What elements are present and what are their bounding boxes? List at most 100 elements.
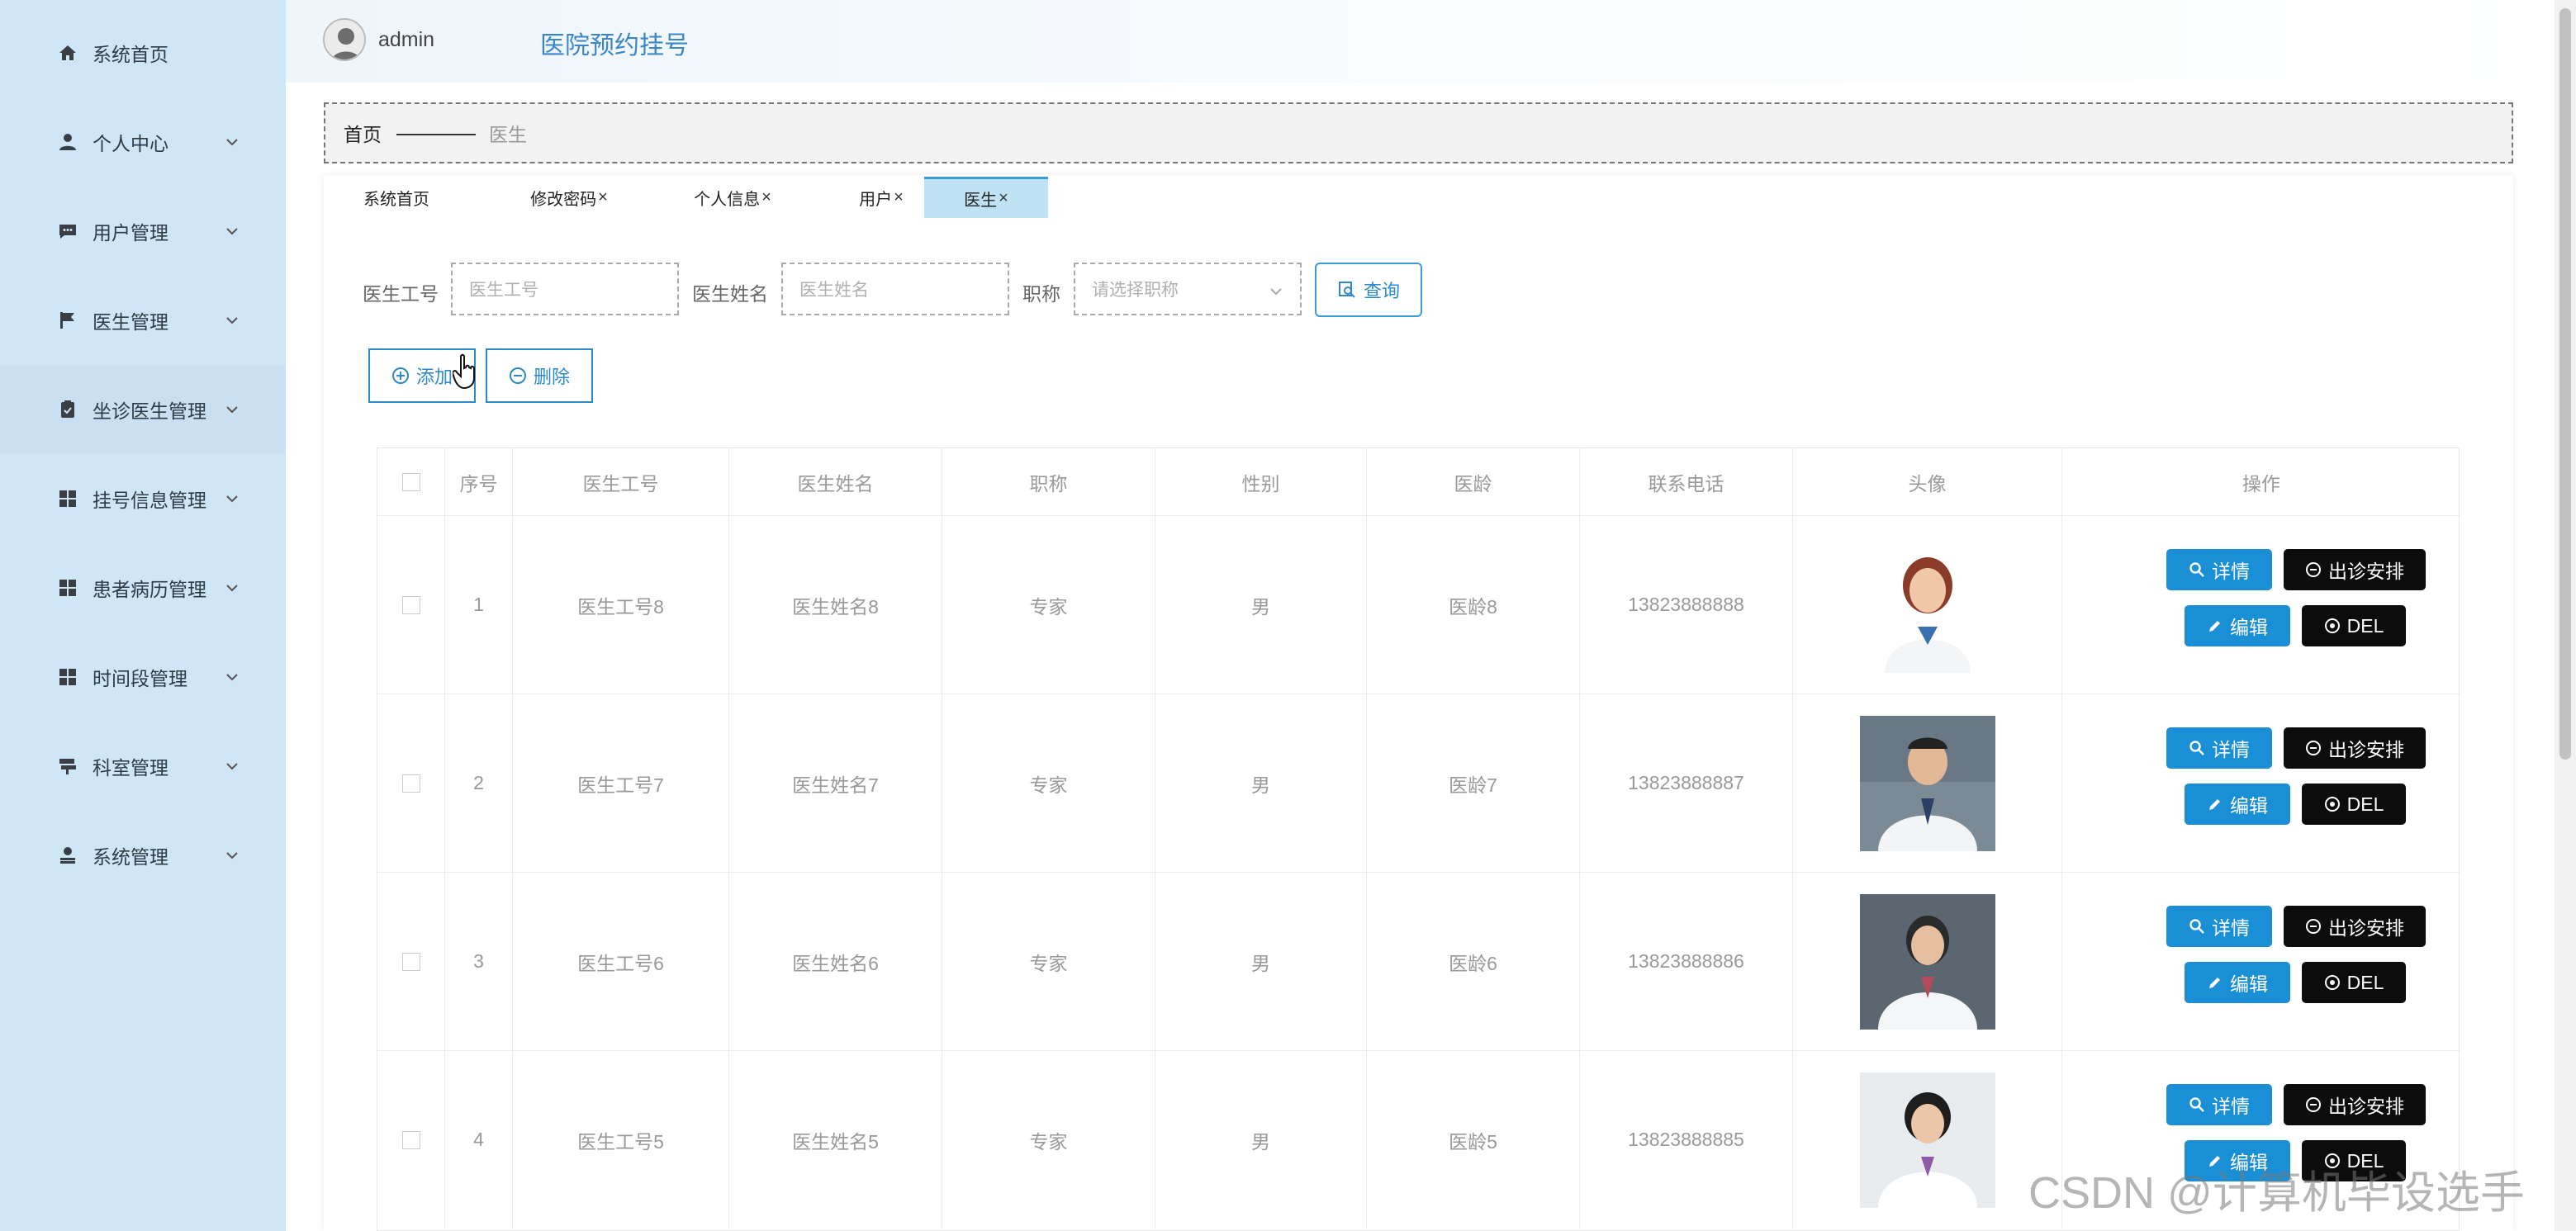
column-header: 医生工号 xyxy=(513,448,729,516)
search-icon xyxy=(2189,1097,2204,1112)
chevron-down-icon xyxy=(226,495,238,503)
column-header: 医龄 xyxy=(1367,448,1580,516)
del-button[interactable]: DEL xyxy=(2302,962,2406,1003)
header-select-all[interactable] xyxy=(377,448,445,516)
tab-doctors[interactable]: 医生 × xyxy=(924,177,1048,218)
admin-user-icon xyxy=(58,845,78,865)
checkbox[interactable] xyxy=(401,774,420,793)
checkbox[interactable] xyxy=(401,1130,420,1149)
minus-circle-icon xyxy=(2306,919,2321,934)
schedule-button-label: 出诊安排 xyxy=(2328,1096,2404,1117)
minus-circle-icon xyxy=(2306,741,2321,755)
scrollbar-thumb[interactable] xyxy=(2559,8,2571,760)
cell-title: 专家 xyxy=(942,873,1155,1050)
chevron-down-icon xyxy=(1270,288,1282,296)
breadcrumb-home[interactable]: 首页 xyxy=(344,119,382,147)
detail-button[interactable]: 详情 xyxy=(2166,906,2272,947)
detail-button-label: 详情 xyxy=(2212,1096,2250,1117)
doctor-name-input[interactable]: 医生姓名 xyxy=(781,263,1009,315)
input-placeholder: 医生姓名 xyxy=(799,281,869,300)
hand-cursor-icon xyxy=(453,353,475,390)
page-scrollbar[interactable] xyxy=(2555,0,2576,1231)
sidebar-item-doctor-management[interactable]: 医生管理 xyxy=(0,276,286,365)
target-icon xyxy=(2324,618,2340,633)
top-header: admin 医院预约挂号 xyxy=(286,0,2576,83)
cell-operations: 详情 出诊安排 编辑 DEL xyxy=(2062,516,2460,694)
close-icon[interactable]: × xyxy=(598,188,608,207)
target-icon xyxy=(2324,797,2340,812)
row-select[interactable] xyxy=(377,694,445,872)
schedule-button-label: 出诊安排 xyxy=(2328,561,2404,582)
sidebar-item-home[interactable]: 系统首页 xyxy=(0,8,286,97)
detail-button[interactable]: 详情 xyxy=(2166,549,2272,590)
home-icon xyxy=(58,43,78,63)
row-select[interactable] xyxy=(377,516,445,694)
doctor-photo xyxy=(1859,1072,1995,1208)
row-select[interactable] xyxy=(377,873,445,1050)
grid-icon xyxy=(58,667,78,687)
title-select[interactable]: 请选择职称 xyxy=(1074,263,1302,315)
doctor-id-input[interactable]: 医生工号 xyxy=(451,263,679,315)
tab-home[interactable]: 系统首页 xyxy=(327,177,466,218)
schedule-button[interactable]: 出诊安排 xyxy=(2284,906,2426,947)
detail-button-label: 详情 xyxy=(2212,917,2250,939)
edit-button[interactable]: 编辑 xyxy=(2185,962,2290,1003)
sidebar-item-time-slot-management[interactable]: 时间段管理 xyxy=(0,632,286,722)
del-button[interactable]: DEL xyxy=(2302,784,2406,825)
tab-change-password[interactable]: 修改密码 × xyxy=(491,177,648,218)
sidebar-item-label: 系统管理 xyxy=(93,846,168,868)
tab-personal-info[interactable]: 个人信息 × xyxy=(654,177,811,218)
close-icon[interactable]: × xyxy=(761,188,771,207)
cell-gender: 男 xyxy=(1155,873,1367,1050)
row-select[interactable] xyxy=(377,1051,445,1229)
breadcrumb: 首页 医生 xyxy=(324,102,2513,163)
sidebar-item-duty-doctor-management[interactable]: 坐诊医生管理 xyxy=(0,365,286,454)
chevron-down-icon xyxy=(226,674,238,681)
table-row: 3 医生工号6 医生姓名6 专家 男 医龄6 13823888886 详情 出诊… xyxy=(377,873,2460,1051)
del-button-label: DEL xyxy=(2346,971,2384,993)
grid-icon xyxy=(58,489,78,509)
watermark: CSDN @计算机毕设选手 xyxy=(2028,1168,2525,1218)
sidebar-item-system-management[interactable]: 系统管理 xyxy=(0,811,286,900)
checkbox[interactable] xyxy=(401,472,420,491)
chevron-down-icon xyxy=(226,139,238,146)
query-button[interactable]: 查询 xyxy=(1315,263,1422,317)
avatar[interactable] xyxy=(323,18,366,61)
close-icon[interactable]: × xyxy=(999,189,1008,208)
pencil-icon xyxy=(2209,621,2220,632)
sidebar-item-personal-center[interactable]: 个人中心 xyxy=(0,97,286,187)
sidebar-item-label: 个人中心 xyxy=(93,133,168,154)
edit-button[interactable]: 编辑 xyxy=(2185,784,2290,825)
plus-circle-icon xyxy=(391,367,409,384)
breadcrumb-separator xyxy=(396,134,476,135)
chevron-down-icon xyxy=(226,763,238,770)
delete-button[interactable]: 删除 xyxy=(486,348,593,403)
cell-title: 专家 xyxy=(942,694,1155,872)
grid-icon xyxy=(58,578,78,598)
table-row: 2 医生工号7 医生姓名7 专家 男 医龄7 13823888887 详情 出诊… xyxy=(377,694,2460,873)
chevron-down-icon xyxy=(226,317,238,324)
checkbox[interactable] xyxy=(401,595,420,614)
sidebar-item-department-management[interactable]: 科室管理 xyxy=(0,722,286,811)
column-header: 职称 xyxy=(942,448,1155,516)
user-icon xyxy=(58,132,78,152)
close-icon[interactable]: × xyxy=(894,188,904,207)
checkbox[interactable] xyxy=(401,952,420,971)
detail-button[interactable]: 详情 xyxy=(2166,1084,2272,1125)
edit-button[interactable]: 编辑 xyxy=(2185,605,2290,646)
detail-button[interactable]: 详情 xyxy=(2166,727,2272,769)
minus-circle-icon xyxy=(2306,562,2321,577)
schedule-button[interactable]: 出诊安排 xyxy=(2284,727,2426,769)
del-button[interactable]: DEL xyxy=(2302,605,2406,646)
cell-doctor-id: 医生工号7 xyxy=(513,694,729,872)
schedule-button[interactable]: 出诊安排 xyxy=(2284,549,2426,590)
column-header: 性别 xyxy=(1155,448,1367,516)
doctor-photo xyxy=(1859,893,1995,1030)
sidebar-item-registration-management[interactable]: 挂号信息管理 xyxy=(0,454,286,543)
schedule-button[interactable]: 出诊安排 xyxy=(2284,1084,2426,1125)
column-header: 联系电话 xyxy=(1580,448,1793,516)
sidebar-item-medical-record-management[interactable]: 患者病历管理 xyxy=(0,543,286,632)
minus-circle-icon xyxy=(509,367,526,384)
column-header: 医生姓名 xyxy=(729,448,942,516)
sidebar-item-user-management[interactable]: 用户管理 xyxy=(0,187,286,276)
